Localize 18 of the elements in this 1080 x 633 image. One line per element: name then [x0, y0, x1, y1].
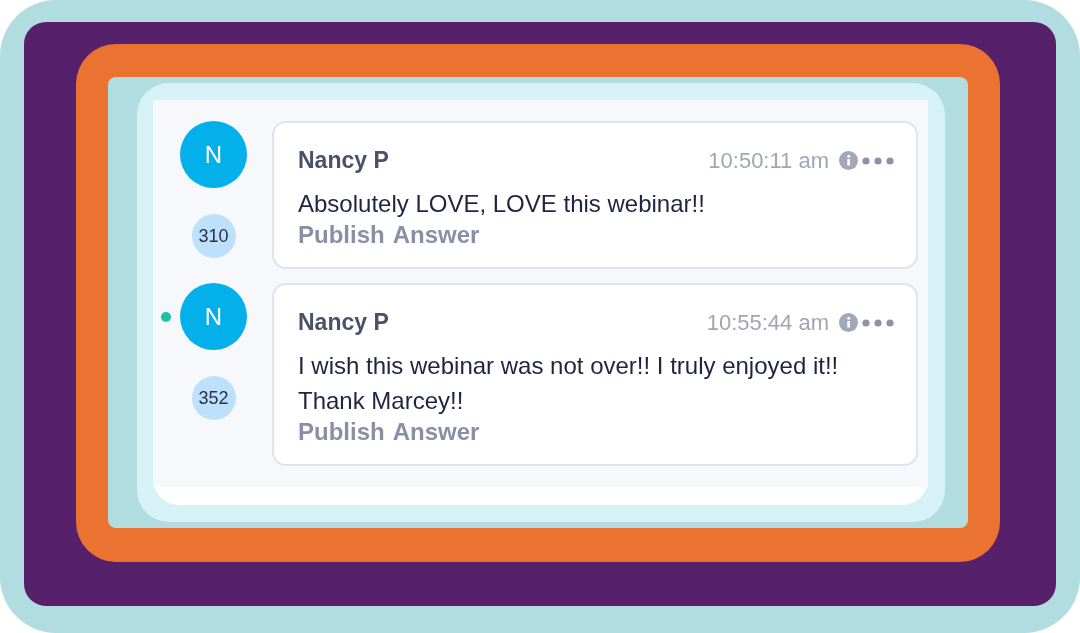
sender-name: Nancy P — [298, 309, 390, 336]
message-text: Absolutely LOVE, LOVE this webinar!! — [298, 189, 706, 219]
avatar: N — [180, 121, 247, 188]
more-icon[interactable] — [862, 318, 894, 327]
message-text: I wish this webinar was not over!! I truly enjoyed it!! Thank Marcey!! — [298, 351, 840, 416]
action-link[interactable]: Publish — [298, 221, 385, 249]
more-icon[interactable] — [862, 156, 894, 165]
sender-name: Nancy P — [298, 147, 390, 174]
avatar: N — [180, 283, 247, 350]
action-link[interactable]: Publish — [298, 418, 385, 446]
count-badge: 352 — [191, 376, 236, 420]
count-badge: 310 — [191, 214, 236, 258]
action-link[interactable]: Answer — [392, 418, 480, 446]
info-icon[interactable] — [839, 151, 858, 170]
info-icon[interactable] — [839, 313, 858, 332]
message-time: 10:55:44 am — [706, 309, 829, 336]
message-time: 10:50:11 am — [708, 147, 829, 174]
action-link[interactable]: Answer — [392, 221, 480, 249]
